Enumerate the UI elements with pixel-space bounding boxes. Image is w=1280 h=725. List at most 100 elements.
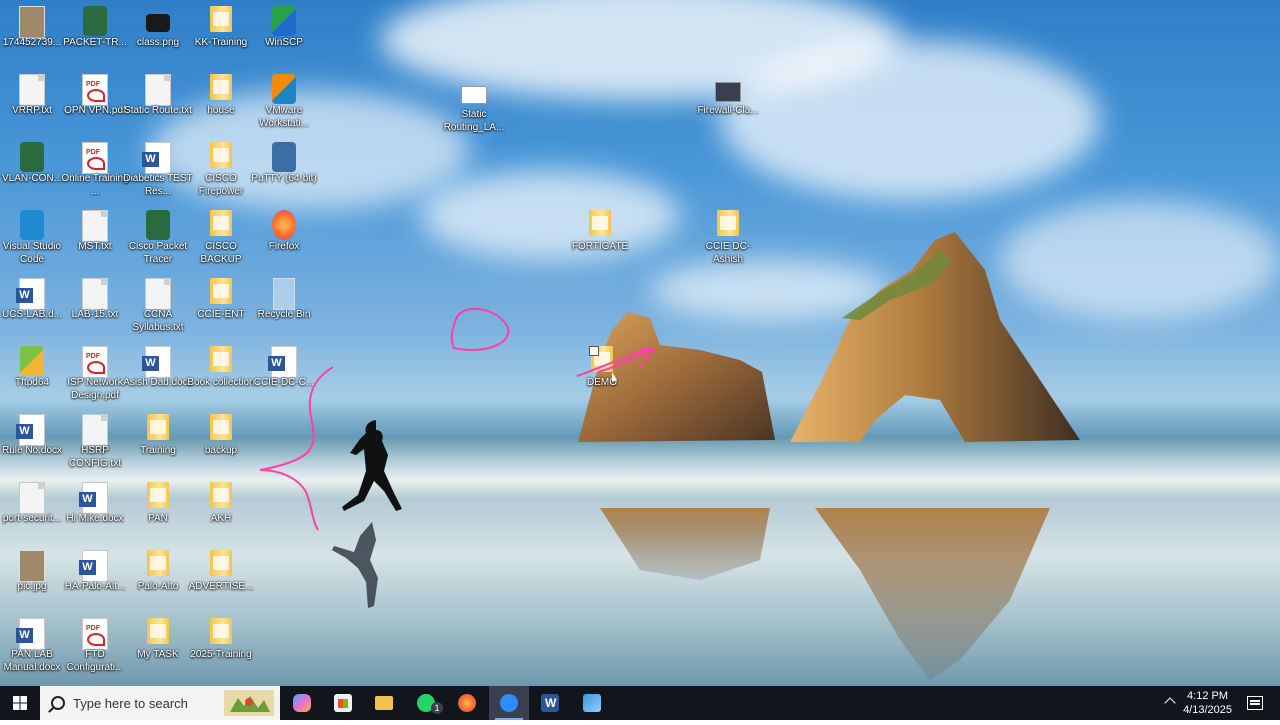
desktop-icon[interactable]: PDF ISP Network Design.pdf xyxy=(63,342,127,408)
desktop-icon[interactable]: Training xyxy=(126,410,190,476)
packet-tracer-icon xyxy=(83,6,107,36)
start-button[interactable] xyxy=(0,686,40,720)
desktop-icon[interactable]: CCIE-DC-C... xyxy=(252,342,316,408)
desktop-icon[interactable]: LAB-15.txt xyxy=(63,274,127,340)
desktop-icon[interactable]: CISCO Firepower xyxy=(189,138,253,204)
desktop-icon[interactable]: Book collection xyxy=(187,342,255,408)
desktop-icon[interactable]: Static Route.txt xyxy=(124,70,192,136)
taskbar-firefox[interactable] xyxy=(447,686,487,720)
desktop-icon[interactable]: Hi Mike.docx xyxy=(63,478,127,544)
desktop-icon[interactable]: UCS-LAB.d... xyxy=(0,274,64,340)
desktop-icon[interactable]: 174452739... xyxy=(0,2,64,68)
taskbar-word[interactable]: W xyxy=(530,686,570,720)
taskbar: Type here to search 1 W 4:12 PM 4/13/202… xyxy=(0,686,1280,720)
desktop-icon[interactable]: PDF Online Training ... xyxy=(61,138,129,204)
icon-label: FORTIGATE xyxy=(571,241,629,252)
desktop-icon[interactable]: Asish Dad.docx xyxy=(123,342,193,408)
desktop-icon[interactable]: WinSCP xyxy=(252,2,316,68)
desktop-icon-selected[interactable]: DEMO xyxy=(570,342,634,408)
desktop-icon[interactable]: CCNA Syllabus.txt xyxy=(126,274,190,340)
notification-center-icon[interactable] xyxy=(1247,696,1263,710)
icon-label: pic.jpg xyxy=(17,581,47,592)
desktop-icon[interactable]: HA-Palo-Alt... xyxy=(63,546,127,612)
desktop-icon[interactable]: house xyxy=(189,70,253,136)
text-file-icon xyxy=(19,74,45,106)
icon-label: UCS-LAB.d... xyxy=(1,309,63,320)
taskbar-file-explorer[interactable] xyxy=(364,686,404,720)
icon-label: PACKET-TR... xyxy=(63,37,127,48)
desktop-icon[interactable]: VMware Workstati... xyxy=(252,70,316,136)
desktop-icon[interactable]: PAN xyxy=(126,478,190,544)
folder-icon xyxy=(210,550,232,576)
pdf-file-icon: PDF xyxy=(82,346,108,378)
desktop-icon[interactable]: Static Routing_LA... xyxy=(442,74,506,140)
taskbar-microsoft-store[interactable] xyxy=(323,686,363,720)
icon-label: Diabetics TEST Res... xyxy=(123,173,193,197)
desktop-icon[interactable]: Firewall-Cla... xyxy=(696,70,760,136)
paint-icon xyxy=(583,694,601,712)
desktop-icon[interactable]: AKH xyxy=(189,478,253,544)
desktop-icon[interactable]: My TASK xyxy=(126,614,190,680)
desktop-icon[interactable]: backup xyxy=(189,410,253,476)
word-file-icon xyxy=(16,278,45,310)
taskbar-copilot[interactable] xyxy=(282,686,322,720)
desktop-icon[interactable]: PuTTY (64-bit) xyxy=(251,138,317,204)
desktop-icon[interactable]: Tftpd64 xyxy=(0,342,64,408)
desktop-icon[interactable]: Visual Studio Code xyxy=(0,206,64,272)
desktop-icon[interactable]: CISCO BACKUP xyxy=(189,206,253,272)
desktop-icon[interactable]: PACKET-TR... xyxy=(63,2,127,68)
icon-label: ISP Network Design.pdf xyxy=(67,377,123,401)
desktop-icon[interactable]: CCIE-ENT xyxy=(189,274,253,340)
desktop-icon[interactable]: FORTIGATE xyxy=(568,206,632,272)
desktop-icon[interactable]: HSRP CONFIG.txt xyxy=(63,410,127,476)
icon-label: Book collection xyxy=(187,377,255,388)
icon-label: HSRP CONFIG.txt xyxy=(68,445,122,469)
image-file-icon xyxy=(19,550,45,582)
icon-label: Palo-Alto xyxy=(137,581,179,592)
firefox-icon xyxy=(458,694,476,712)
desktop-icon[interactable]: VRRP.txt xyxy=(0,70,64,136)
icon-label: Online Training ... xyxy=(61,173,129,197)
show-hidden-icons-chevron-icon[interactable] xyxy=(1164,697,1176,709)
desktop-icon[interactable]: ADVERTISE... xyxy=(189,546,253,612)
select-checkbox[interactable] xyxy=(589,346,599,356)
desktop-icon[interactable]: Rule No.docx xyxy=(0,410,64,476)
icon-label: Static Route.txt xyxy=(124,105,192,116)
folder-icon xyxy=(210,482,232,508)
search-placeholder: Type here to search xyxy=(73,696,188,711)
word-icon: W xyxy=(541,694,559,712)
taskbar-paint[interactable] xyxy=(572,686,612,720)
icon-label: Visual Studio Code xyxy=(2,241,62,265)
icon-label: Rule No.docx xyxy=(1,445,63,456)
clock-time: 4:12 PM xyxy=(1187,690,1229,702)
desktop-icon[interactable]: KK-Training xyxy=(189,2,253,68)
desktop-icon[interactable]: 2025-Training xyxy=(189,614,253,680)
folder-icon xyxy=(717,210,739,236)
taskbar-zoom[interactable] xyxy=(489,686,529,720)
icon-label: house xyxy=(207,105,235,116)
desktop-icon[interactable]: Firefox xyxy=(252,206,316,272)
desktop-icon[interactable]: port-securit... xyxy=(0,478,64,544)
desktop-icon[interactable]: Cisco Packet Tracer xyxy=(126,206,190,272)
folder-icon xyxy=(147,550,169,576)
desktop-icon[interactable]: pic.jpg xyxy=(0,546,64,612)
system-clock[interactable]: 4:12 PM 4/13/2025 xyxy=(1183,689,1232,717)
desktop-icon[interactable]: VLAN-CON... xyxy=(0,138,64,204)
desktop-icon[interactable]: PAN LAB Manual.docx xyxy=(0,614,64,680)
desktop-icon[interactable]: Diabetics TEST Res... xyxy=(123,138,193,204)
vmware-icon xyxy=(272,74,296,104)
taskbar-whatsapp[interactable]: 1 xyxy=(406,686,446,720)
icon-label: HA-Palo-Alt... xyxy=(64,581,126,592)
winscp-icon xyxy=(272,6,296,36)
taskbar-search-box[interactable]: Type here to search xyxy=(40,686,280,720)
desktop-icon[interactable]: Palo-Alto xyxy=(126,546,190,612)
desktop-icon[interactable]: Recycle Bin xyxy=(252,274,316,340)
desktop-icon[interactable]: CCIE DC-Ashish xyxy=(696,206,760,272)
desktop[interactable]: 174452739... PACKET-TR... class.png KK-T… xyxy=(0,0,1280,686)
desktop-icon[interactable]: MST.txt xyxy=(63,206,127,272)
icon-label: LAB-15.txt xyxy=(71,309,119,320)
desktop-icon[interactable]: PDF FTD Configurati... xyxy=(63,614,127,680)
putty-icon xyxy=(272,142,296,172)
desktop-icon[interactable]: class.png xyxy=(126,2,190,68)
desktop-icon[interactable]: PDF OPN VPN.pdf xyxy=(63,70,127,136)
